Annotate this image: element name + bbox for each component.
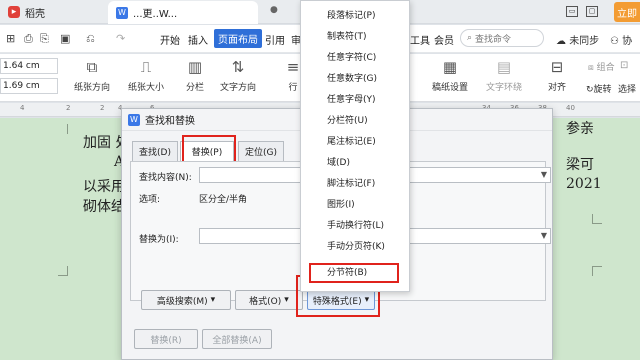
- tab-document[interactable]: W ...更..W...: [108, 1, 258, 24]
- doc-line: 以采用: [83, 179, 125, 195]
- menu-member[interactable]: 会员: [434, 32, 454, 47]
- chevron-down-icon: ▾: [210, 295, 216, 305]
- ruler-tick: 2: [100, 104, 105, 112]
- chevron-down-icon[interactable]: ▼: [541, 170, 547, 179]
- special-format-menu: 段落标记(P) 制表符(T) 任意字符(C) 任意数字(G) 任意字母(Y) 分…: [300, 0, 410, 292]
- group-tool[interactable]: ⧈ 组合: [588, 60, 615, 73]
- menu-item-column-break[interactable]: 分栏符(U): [327, 112, 368, 130]
- menu-item-manual-line-break[interactable]: 手动换行符(L): [327, 217, 384, 235]
- options-value: 区分全/半角: [199, 195, 248, 205]
- margin-bottom-input[interactable]: 1.69 cm: [0, 78, 58, 94]
- ruler-tick: 2: [66, 104, 71, 112]
- replace-all-button[interactable]: 全部替换(A): [202, 329, 272, 349]
- dialog-title: 查找和替换: [145, 116, 195, 127]
- menu-page-layout[interactable]: 页面布局: [214, 29, 262, 48]
- margin-corner-mark: [58, 124, 68, 134]
- rotate-tool[interactable]: ↻旋转: [586, 82, 612, 95]
- collaborate-button[interactable]: ⚇ 协: [610, 32, 632, 47]
- text-direction-icon: ⇅: [231, 58, 245, 76]
- replace-button[interactable]: 替换(R): [134, 329, 198, 349]
- orientation-icon: ⧉: [86, 58, 98, 76]
- menu-tools[interactable]: 工具: [410, 32, 430, 47]
- window-layout-button[interactable]: ▭: [566, 6, 578, 17]
- orientation-tool[interactable]: ⧉ 纸张方向: [74, 58, 110, 93]
- menu-item-section-break[interactable]: 分节符(B): [327, 264, 367, 282]
- select-tool[interactable]: 选择: [618, 82, 636, 95]
- margin-corner-mark: [592, 214, 602, 224]
- print-preview-icon[interactable]: ⎘: [40, 32, 49, 46]
- menu-item-graphic[interactable]: 图形(I): [327, 196, 355, 214]
- tab-goto[interactable]: 定位(G): [238, 141, 284, 161]
- menu-item-any-char[interactable]: 任意字符(C): [327, 49, 376, 67]
- doc-right-text: 2021: [566, 176, 602, 192]
- manuscript-grid-icon: ▦: [442, 58, 458, 76]
- special-format-button[interactable]: 特殊格式(E) ▾: [307, 290, 375, 310]
- search-placeholder: 查找命令: [475, 34, 512, 45]
- tab-replace[interactable]: 替换(P): [180, 141, 234, 161]
- doc-line: 砌体结: [83, 199, 125, 215]
- advanced-search-button[interactable]: 高级搜索(M) ▾: [141, 290, 231, 310]
- doc-right-text: 梁可: [566, 157, 594, 173]
- text-wrap-icon: ▤: [496, 58, 512, 76]
- manuscript-settings-tool[interactable]: ▦ 稿纸设置: [432, 58, 468, 93]
- margin-corner-mark: [592, 266, 602, 276]
- text-wrap-tool[interactable]: ▤ 文字环绕: [486, 58, 522, 93]
- tab-document-label: ...更..W...: [133, 9, 178, 20]
- save-as-icon[interactable]: ▣: [60, 32, 70, 45]
- wps-writer-icon: W: [128, 113, 140, 126]
- menu-item-field[interactable]: 域(D): [327, 154, 350, 172]
- menu-item-endnote-mark[interactable]: 尾注标记(E): [327, 133, 376, 151]
- daoke-logo-icon: ▸: [8, 6, 20, 18]
- tab-find[interactable]: 查找(D): [132, 141, 178, 161]
- save-icon[interactable]: ⊞: [6, 32, 15, 45]
- paper-size-tool[interactable]: ⎍ 纸张大小: [128, 58, 164, 93]
- tab-dot-icon[interactable]: ●: [270, 5, 278, 15]
- sync-status[interactable]: ☁ 未同步: [556, 32, 599, 47]
- chevron-down-icon: ▾: [284, 295, 289, 305]
- wps-writer-icon: W: [116, 6, 128, 19]
- columns-icon: ▥: [187, 58, 203, 76]
- menu-insert[interactable]: 插入: [188, 32, 208, 47]
- replace-with-label: 替换为(I):: [139, 235, 179, 245]
- login-button[interactable]: 立即: [614, 2, 640, 22]
- text-direction-tool[interactable]: ⇅ 文字方向: [220, 58, 256, 93]
- menu-item-footnote-mark[interactable]: 脚注标记(F): [327, 175, 375, 193]
- format-button[interactable]: 格式(O) ▾: [235, 290, 303, 310]
- margin-corner-mark: [58, 266, 68, 276]
- menu-start[interactable]: 开始: [160, 32, 180, 47]
- align-icon: ⊟: [550, 58, 564, 76]
- paper-size-icon: ⎍: [140, 58, 152, 76]
- tab-daoke-label: 稻壳: [25, 8, 45, 20]
- menu-item-any-digit[interactable]: 任意数字(G): [327, 70, 377, 88]
- chevron-down-icon: ▾: [364, 295, 370, 305]
- ruler-tick: 40: [566, 104, 575, 112]
- align-tool[interactable]: ⊟ 对齐: [546, 58, 568, 93]
- options-label: 选项:: [139, 195, 161, 205]
- menu-item-paragraph-mark[interactable]: 段落标记(P): [327, 7, 375, 25]
- menu-item-any-letter[interactable]: 任意字母(Y): [327, 91, 376, 109]
- menu-references[interactable]: 引用: [265, 32, 285, 47]
- ruler-tick: 4: [20, 104, 25, 112]
- selection-pane-icon[interactable]: ⊡: [620, 60, 628, 71]
- search-icon: ⌕: [467, 33, 473, 43]
- redo-icon[interactable]: ↷: [116, 32, 125, 45]
- window-restore-button[interactable]: ▢: [586, 6, 598, 17]
- columns-tool[interactable]: ▥ 分栏: [184, 58, 206, 93]
- margin-top-input[interactable]: 1.64 cm: [0, 58, 58, 74]
- print-icon[interactable]: ⎙: [24, 32, 33, 46]
- tab-daoke[interactable]: ▸ 稻壳: [0, 0, 104, 24]
- menu-item-manual-page-break[interactable]: 手动分页符(K): [327, 238, 385, 256]
- doc-right-text: 参亲: [566, 121, 594, 137]
- chevron-down-icon[interactable]: ▼: [541, 231, 547, 240]
- undo-icon[interactable]: ⎌: [86, 32, 95, 46]
- menu-item-tab[interactable]: 制表符(T): [327, 28, 367, 46]
- search-command-box[interactable]: ⌕ 查找命令: [460, 29, 544, 47]
- find-content-label: 查找内容(N):: [139, 173, 192, 183]
